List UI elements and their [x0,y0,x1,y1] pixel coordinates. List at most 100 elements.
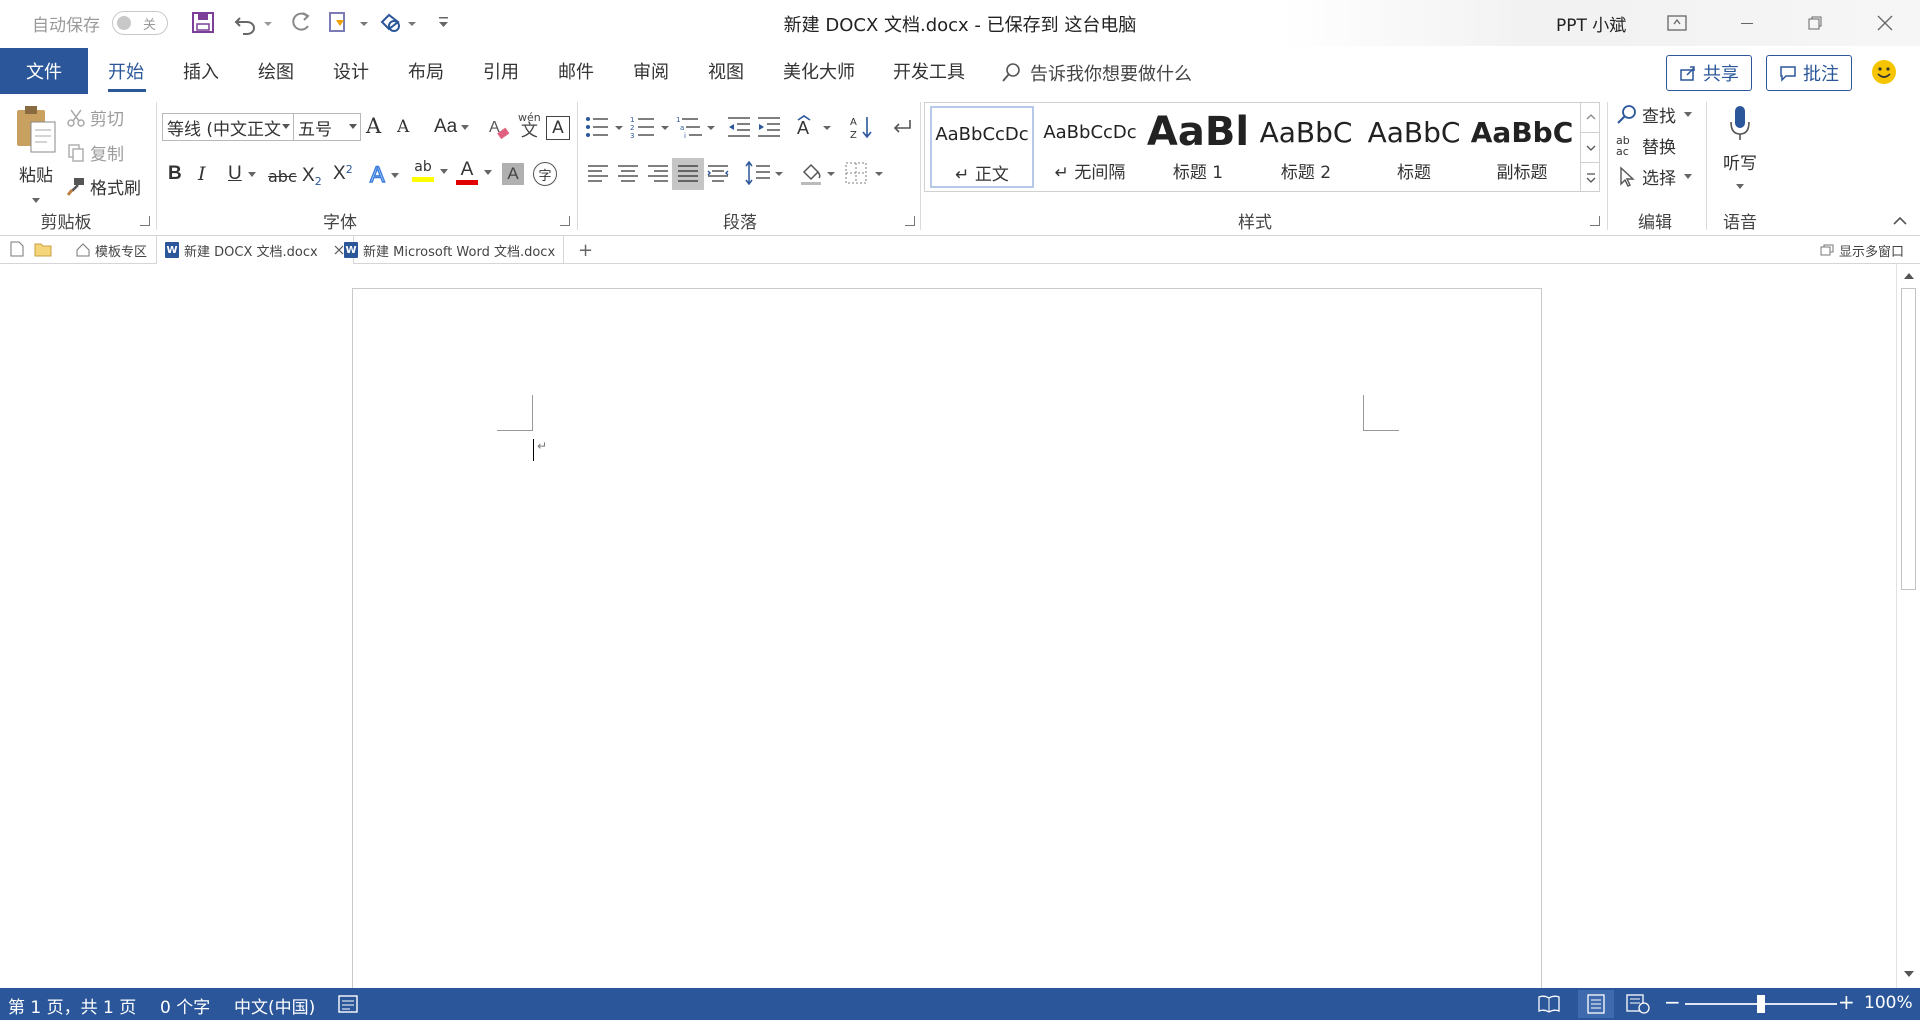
sort-button[interactable]: AZ [850,114,874,147]
select-button[interactable]: 选择 [1616,164,1692,189]
bullets-button[interactable] [584,114,628,145]
redo-button[interactable] [288,8,314,38]
show-multi-window-button[interactable]: 显示多窗口 [1820,236,1904,264]
show-marks-button[interactable] [890,114,914,145]
font-name-combo[interactable]: 等线 (中文正文 [162,113,294,141]
document-page[interactable]: ↵ [352,288,1542,1020]
cut-button[interactable]: 剪切 [66,105,124,130]
highlight-button[interactable]: ab [412,160,448,182]
style-no-spacing[interactable]: AaBbCcDc ↵ 无间隔 [1038,106,1142,188]
character-border-button[interactable]: A [546,116,570,140]
web-layout-button[interactable] [1626,994,1650,1019]
undo-button[interactable] [232,8,274,38]
scrollbar-thumb[interactable] [1901,288,1916,590]
bold-button[interactable]: B [168,163,182,185]
tab-draw[interactable]: 绘图 [258,58,294,84]
feedback-smiley-icon[interactable] [1870,58,1898,91]
close-window-button[interactable] [1856,0,1914,46]
collapse-ribbon-button[interactable] [1892,212,1908,232]
paste-dropdown-icon[interactable] [32,198,40,203]
align-left-button[interactable] [586,162,610,191]
format-painter-button[interactable]: 格式刷 [66,174,141,199]
underline-button[interactable]: U [228,163,256,185]
numbering-button[interactable]: 123 [630,114,674,145]
shrink-font-button[interactable]: A [397,117,409,137]
clear-formatting-button[interactable]: A [488,116,512,147]
phonetic-guide-button[interactable]: wén 文 [518,112,541,140]
minimize-button[interactable] [1718,0,1776,46]
macro-recording-icon[interactable] [338,994,360,1019]
zoom-in-button[interactable]: + [1838,990,1855,1014]
shading-button[interactable] [798,160,842,191]
zoom-level[interactable]: 100% [1864,993,1913,1013]
styles-scroll-up[interactable] [1580,102,1600,132]
share-button[interactable]: 共享 [1666,55,1752,91]
read-mode-button[interactable] [1538,994,1560,1019]
tab-home[interactable]: 开始 [108,58,144,84]
tab-view[interactable]: 视图 [708,58,744,84]
zoom-out-button[interactable]: − [1664,990,1681,1014]
language-indicator[interactable]: 中文(中国) [234,993,315,1018]
user-name[interactable]: PPT 小斌 [1556,11,1626,36]
font-size-combo[interactable]: 五号 [293,113,361,141]
increase-indent-button[interactable] [756,114,782,145]
borders-button[interactable] [844,160,888,191]
tab-insert[interactable]: 插入 [183,58,219,84]
tab-references[interactable]: 引用 [483,58,519,84]
line-spacing-button[interactable] [744,160,788,191]
italic-button[interactable]: I [198,163,206,185]
tell-me-search[interactable]: 告诉我你想要做什么 [1000,60,1192,86]
save-button[interactable] [190,8,216,38]
style-normal[interactable]: AaBbCcDc ↵ 正文 [930,106,1034,188]
distributed-button[interactable] [706,162,730,191]
change-case-button[interactable]: Aa [434,116,470,138]
new-document-icon[interactable] [10,241,24,262]
tab-layout[interactable]: 布局 [408,58,444,84]
restore-button[interactable] [1786,0,1844,46]
folder-icon[interactable] [34,241,52,262]
justify-button[interactable] [672,158,704,190]
tab-review[interactable]: 审阅 [633,58,669,84]
tab-mailings[interactable]: 邮件 [558,58,594,84]
tab-document-2[interactable]: W 新建 Microsoft Word 文档.docx [336,236,565,264]
font-color-button[interactable]: A [456,160,492,185]
tab-design[interactable]: 设计 [333,58,369,84]
copy-button[interactable]: 复制 [66,140,124,165]
tab-beautify-master[interactable]: 美化大师 [783,58,855,84]
paste-button[interactable]: 粘贴 [10,104,62,208]
dictate-button[interactable]: 听写 [1720,104,1760,194]
find-button[interactable]: 查找 [1616,102,1692,127]
add-tab-button[interactable]: + [578,236,593,264]
styles-launcher-icon[interactable] [1590,216,1600,226]
multilevel-list-button[interactable]: 1ai [676,114,720,145]
shape-button[interactable] [374,8,418,38]
tab-document-1[interactable]: W 新建 DOCX 文档.docx [156,236,354,264]
customize-qat-button[interactable] [436,8,452,38]
styles-scroll-down[interactable] [1580,132,1600,162]
decrease-indent-button[interactable] [726,114,752,145]
styles-more-button[interactable] [1580,162,1600,192]
tab-templates[interactable]: 模板专区 [66,236,157,264]
subscript-button[interactable]: X 2 [302,163,322,189]
replace-button[interactable]: ab ac 替换 [1616,133,1676,159]
grow-font-button[interactable]: A [366,114,381,138]
comment-button[interactable]: 批注 [1766,55,1852,91]
paragraph-launcher-icon[interactable] [905,216,915,226]
font-launcher-icon[interactable] [560,216,570,226]
style-heading-1[interactable]: AaBl 标题 1 [1146,106,1250,188]
superscript-button[interactable]: X 2 [333,163,353,185]
style-subtitle[interactable]: AaBbC 副标题 [1470,106,1574,188]
align-center-button[interactable] [616,162,640,191]
touch-mode-button[interactable] [326,8,370,38]
style-heading-2[interactable]: AaBbC 标题 2 [1254,106,1358,188]
enclose-characters-button[interactable]: 字 [533,162,557,186]
asian-layout-button[interactable]: A [796,114,836,145]
vertical-scrollbar[interactable] [1896,264,1920,988]
align-right-button[interactable] [646,162,670,191]
style-title[interactable]: AaBbC 标题 [1362,106,1466,188]
page-count[interactable]: 第 1 页，共 1 页 [8,993,136,1018]
word-count[interactable]: 0 个字 [160,993,210,1018]
ribbon-display-options-button[interactable] [1648,0,1706,46]
file-tab[interactable]: 文件 [0,48,88,94]
zoom-slider-thumb[interactable] [1757,995,1765,1013]
